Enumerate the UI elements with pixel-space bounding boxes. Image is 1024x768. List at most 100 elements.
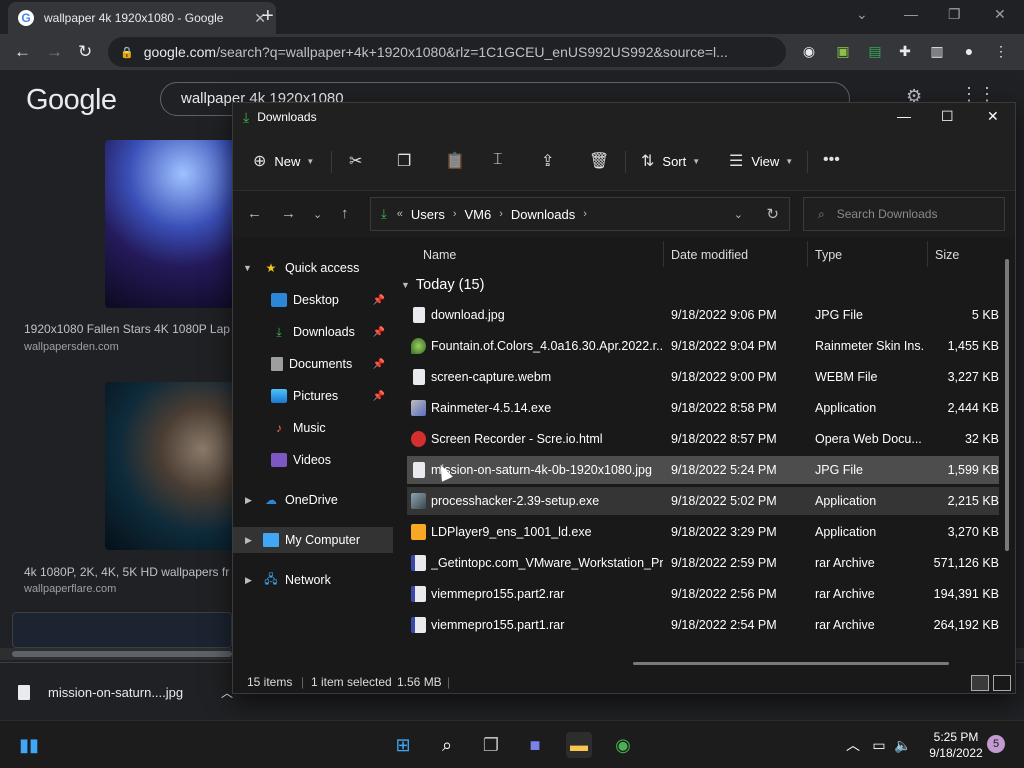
column-divider[interactable]	[807, 241, 808, 267]
pin-icon[interactable]: 📌	[373, 295, 385, 306]
forward-arrow-icon[interactable]: →	[281, 205, 296, 222]
column-name[interactable]: Name	[423, 248, 456, 262]
restore-icon[interactable]: ❐	[948, 6, 961, 23]
cut-button[interactable]: ✂	[349, 151, 370, 171]
download-item[interactable]: mission-on-saturn....jpg ︿	[18, 677, 233, 707]
display-icon[interactable]: ▭	[866, 732, 892, 758]
nav-music[interactable]: ♪ Music	[233, 415, 393, 441]
file-row[interactable]: LDPlayer9_ens_1001_ld.exe 9/18/2022 3:29…	[407, 518, 999, 546]
chevron-right-icon[interactable]: ▶	[245, 575, 252, 586]
file-row[interactable]: download.jpg 9/18/2022 9:06 PM JPG File …	[407, 301, 999, 329]
chevron-down-icon[interactable]: ▼	[401, 280, 410, 290]
task-view-icon[interactable]: ❐	[478, 732, 504, 758]
details-view-icon[interactable]	[971, 675, 989, 691]
maximize-icon[interactable]: ☐	[941, 108, 954, 125]
view-button[interactable]: ☰ View ▼	[729, 151, 793, 171]
reload-icon[interactable]: ↻	[78, 42, 92, 62]
forward-icon[interactable]: →	[46, 42, 63, 62]
search-icon[interactable]: ⌕	[434, 732, 460, 758]
extensions-puzzle-icon[interactable]: ✚	[896, 43, 914, 61]
nav-desktop[interactable]: Desktop 📌	[233, 287, 393, 313]
copy-button[interactable]: ❐	[397, 151, 419, 171]
sort-button[interactable]: ⇅ Sort ▼	[641, 151, 700, 171]
up-arrow-icon[interactable]: ↑	[341, 205, 349, 222]
file-row[interactable]: screen-capture.webm 9/18/2022 9:00 PM WE…	[407, 363, 999, 391]
google-logo[interactable]: Google	[26, 84, 117, 117]
nav-onedrive[interactable]: ▶ ☁ OneDrive	[233, 487, 393, 513]
file-row[interactable]: viemmepro155.part2.rar 9/18/2022 2:56 PM…	[407, 580, 999, 608]
paste-button[interactable]: 📋	[445, 151, 473, 171]
chevron-down-icon[interactable]: ▼	[243, 263, 252, 273]
address-bar[interactable]: 🔒 google.com /search?q=wallpaper+4k+1920…	[108, 37, 786, 67]
chrome-icon[interactable]: ◉	[610, 732, 636, 758]
profile-icon[interactable]: ●	[960, 43, 978, 61]
clock[interactable]: 5:25 PM 9/18/2022	[924, 729, 988, 761]
more-options-button[interactable]: •••	[823, 151, 848, 169]
menu-icon[interactable]: ⋮	[992, 43, 1010, 61]
file-row[interactable]: processhacker-2.39-setup.exe 9/18/2022 5…	[407, 487, 999, 515]
explorer-titlebar[interactable]: ⤓ Downloads — ☐ ✕	[233, 103, 1015, 131]
browser-tab[interactable]: G wallpaper 4k 1920x1080 - Google ✕	[8, 2, 276, 34]
close-icon[interactable]: ✕	[987, 108, 999, 125]
result-title-2[interactable]: 4k 1080P, 2K, 4K, 5K HD wallpapers fr	[24, 565, 229, 579]
vertical-scrollbar[interactable]	[1005, 259, 1009, 551]
file-row[interactable]: Screen Recorder - Scre.io.html 9/18/2022…	[407, 425, 999, 453]
column-divider[interactable]	[927, 241, 928, 267]
pin-icon[interactable]: 📌	[373, 391, 385, 402]
nav-videos[interactable]: Videos	[233, 447, 393, 473]
nav-my-computer[interactable]: ▶ My Computer	[233, 527, 393, 553]
column-divider[interactable]	[663, 241, 664, 267]
start-icon[interactable]: ⊞	[390, 732, 416, 758]
address-dropdown-icon[interactable]: ⌄	[734, 208, 743, 221]
new-tab-icon[interactable]: +	[262, 5, 274, 28]
widgets-icon[interactable]: ▮▮	[16, 732, 42, 758]
rename-button[interactable]: ⌶	[493, 151, 511, 169]
nav-network[interactable]: ▶ 🖧 Network	[233, 567, 393, 593]
breadcrumb-separator-icon[interactable]: ›	[453, 208, 457, 220]
breadcrumb-users[interactable]: Users	[411, 207, 445, 222]
close-icon[interactable]: ✕	[994, 6, 1006, 23]
tiles-view-icon[interactable]	[993, 675, 1011, 691]
result-thumbnail-3[interactable]	[12, 612, 232, 648]
tab-search-icon[interactable]: ⌄	[856, 6, 868, 23]
file-row[interactable]: Fountain.of.Colors_4.0a16.30.Apr.2022.r.…	[407, 332, 999, 360]
pin-icon[interactable]: 📌	[373, 359, 385, 370]
group-header-today[interactable]: ▼ Today (15)	[401, 277, 484, 293]
extension-green-icon[interactable]: ▤	[866, 43, 884, 61]
chevron-right-icon[interactable]: ▶	[245, 495, 252, 506]
share-button[interactable]: ⇪	[541, 151, 562, 171]
search-downloads-input[interactable]: ⌕ Search Downloads	[803, 197, 1005, 231]
breadcrumb-separator-icon[interactable]: ›	[499, 208, 503, 220]
column-size[interactable]: Size	[935, 248, 959, 262]
overflow-chevron-icon[interactable]: «	[397, 208, 403, 220]
breadcrumb-downloads[interactable]: Downloads	[511, 207, 575, 222]
breadcrumb-separator-icon[interactable]: ›	[583, 208, 587, 220]
chat-icon[interactable]: ■	[522, 732, 548, 758]
recent-chevron-icon[interactable]: ⌄	[313, 208, 322, 221]
breadcrumb-vm6[interactable]: VM6	[465, 207, 492, 222]
minimize-icon[interactable]: —	[904, 6, 918, 22]
nav-downloads[interactable]: ⤓ Downloads 📌	[233, 319, 393, 345]
notification-badge[interactable]: 5	[987, 735, 1005, 753]
refresh-icon[interactable]: ↻	[766, 205, 779, 223]
result-thumbnail-2[interactable]	[105, 382, 235, 550]
horizontal-scrollbar[interactable]	[633, 662, 949, 665]
delete-button[interactable]: 🗑	[589, 151, 617, 171]
column-type[interactable]: Type	[815, 248, 842, 262]
show-hidden-icons-icon[interactable]: ︿	[840, 732, 866, 758]
nav-documents[interactable]: Documents 📌	[233, 351, 393, 377]
extension-image-icon[interactable]: ▣	[834, 43, 852, 61]
nav-pictures[interactable]: Pictures 📌	[233, 383, 393, 409]
new-button[interactable]: ⊕ New ▼	[253, 151, 314, 171]
pin-icon[interactable]: 📌	[373, 327, 385, 338]
file-row-selected[interactable]: mission-on-saturn-4k-0b-1920x1080.jpg 9/…	[407, 456, 999, 484]
file-explorer-icon[interactable]: ▬	[566, 732, 592, 758]
back-icon[interactable]: ←	[14, 42, 31, 62]
minimize-icon[interactable]: —	[897, 108, 911, 124]
chevron-right-icon[interactable]: ▶	[245, 535, 252, 546]
volume-icon[interactable]: 🔈	[890, 732, 916, 758]
extension-icon[interactable]: ◉	[800, 43, 818, 61]
nav-quick-access[interactable]: ▼ ★ Quick access	[233, 255, 393, 281]
file-row[interactable]: Rainmeter-4.5.14.exe 9/18/2022 8:58 PM A…	[407, 394, 999, 422]
side-panel-icon[interactable]: ▥	[928, 43, 946, 61]
